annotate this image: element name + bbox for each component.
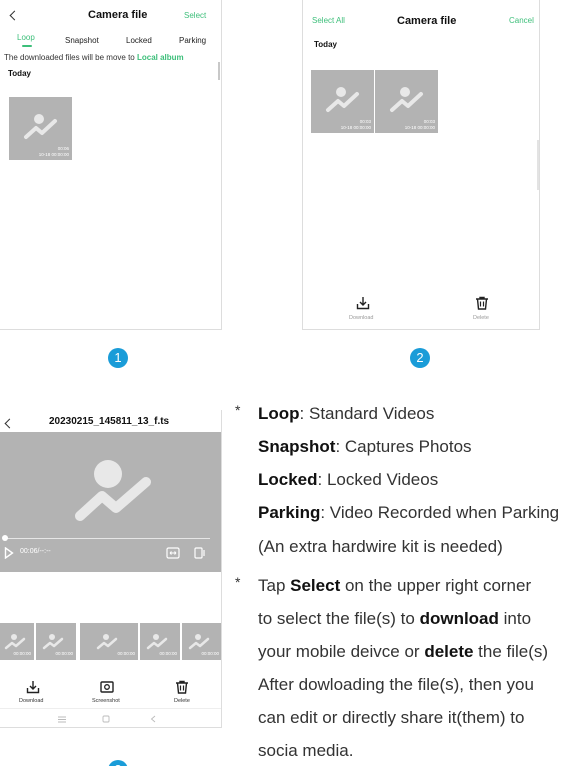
local-album-link[interactable]: Local album [137, 53, 184, 62]
progress-handle[interactable] [2, 535, 8, 541]
timeline-thumbnail-label: 00:00:00 [201, 651, 219, 656]
term-select: Select [290, 576, 341, 595]
tab-parking[interactable]: Parking [179, 36, 206, 45]
note-line-delete: your mobile deivce or delete the file(s) [258, 635, 561, 668]
term-download: download [419, 609, 499, 628]
download-label: Download [349, 315, 374, 321]
trash-icon[interactable] [175, 680, 189, 694]
thumbnail-time: 10-18 00:00:00 [38, 152, 69, 157]
notice-text: The downloaded files will be move to [4, 53, 135, 62]
fullscreen-icon[interactable] [166, 547, 180, 559]
tab-snapshot[interactable]: Snapshot [65, 36, 99, 45]
timeline-thumbnail[interactable]: 00:00:00 [36, 623, 76, 660]
video-thumbnail[interactable]: 00:03 10-18 00:00:00 [311, 70, 374, 133]
term-loop: Loop [258, 404, 300, 423]
scrollbar[interactable] [537, 140, 539, 190]
video-thumbnail[interactable]: 00:03 10-18 00:00:00 [375, 70, 438, 133]
select-all-button[interactable]: Select All [312, 16, 345, 25]
timeline-thumbnail[interactable]: 00:00:00 [182, 623, 221, 660]
line2-a: to select the file(s) to [258, 609, 420, 628]
section-today: Today [314, 40, 337, 49]
tap-rest: on the upper right corner [340, 576, 532, 595]
timeline-thumbnail-label: 00:00:00 [55, 651, 73, 656]
thumbnail-caption: 00:03 10-18 00:00:00 [405, 119, 435, 131]
timeline-thumbnail-label: 00:00:00 [117, 651, 135, 656]
note-snapshot: Snapshot: Captures Photos [258, 430, 472, 463]
scrollbar[interactable] [218, 62, 220, 80]
camera-switch-icon[interactable] [194, 547, 206, 559]
line3-a: your mobile deivce or [258, 642, 425, 661]
back-nav-icon[interactable] [150, 715, 156, 723]
play-icon[interactable] [4, 547, 14, 559]
delete-label: Delete [473, 315, 489, 321]
download-label: Download [19, 698, 44, 704]
term-parking: Parking [258, 503, 321, 522]
step-3-badge: 3 [108, 760, 128, 766]
back-arrow-icon[interactable] [4, 418, 15, 429]
cancel-button[interactable]: Cancel [509, 16, 534, 25]
select-button[interactable]: Select [184, 11, 206, 20]
desc-loop: : Standard Videos [299, 404, 435, 423]
timeline-thumbnail[interactable]: 00:00:00 [80, 623, 138, 660]
tab-loop[interactable]: Loop [17, 33, 35, 42]
thumbnail-caption: 00:03 10-18 00:00:00 [341, 119, 371, 131]
video-player-screen: 20230215_145811_13_f.ts 00:06/--:-- 00:0… [0, 410, 222, 728]
timeline-thumbnail[interactable]: 00:00:00 [0, 623, 34, 660]
bullet-star: * [235, 402, 241, 418]
back-arrow-icon[interactable] [9, 10, 20, 21]
step-1-badge: 1 [108, 348, 128, 368]
note-locked: Locked: Locked Videos [258, 463, 438, 496]
bullet-star: * [235, 574, 241, 590]
term-delete: delete [424, 642, 474, 661]
timeline-thumbnail[interactable]: 00:00:00 [140, 623, 180, 660]
desc-locked: : Locked Videos [317, 470, 439, 489]
note-loop: Loop: Standard Videos [258, 397, 434, 430]
page-title: Camera file [397, 15, 457, 27]
section-today: Today [8, 69, 31, 78]
download-icon[interactable] [26, 680, 40, 694]
timeline-thumbnail-label: 00:00:00 [159, 651, 177, 656]
playback-time: 00:06/--:-- [20, 548, 51, 555]
tab-locked[interactable]: Locked [126, 36, 152, 45]
note-line-social: socia media. [258, 741, 354, 760]
desc-parking: : Video Recorded when Parking [320, 503, 560, 522]
menu-icon[interactable] [58, 716, 66, 723]
video-thumbnail[interactable]: 00:06 10-18 00:00:00 [9, 97, 72, 160]
note-hardwire: (An extra hardwire kit is needed) [258, 537, 503, 556]
screenshot-label: Screenshot [92, 698, 120, 704]
note-parking: Parking: Video Recorded when Parking [258, 496, 561, 529]
camera-file-screen-loop: Camera file Select Loop Snapshot Locked … [0, 0, 222, 330]
term-snapshot: Snapshot [258, 437, 336, 456]
screenshot-icon[interactable] [100, 680, 114, 694]
system-nav-bar [0, 708, 221, 727]
desc-snapshot: : Captures Photos [335, 437, 472, 456]
download-notice: The downloaded files will be move to Loc… [4, 53, 184, 62]
timeline-thumbnail-label: 00:00:00 [13, 651, 31, 656]
delete-label: Delete [174, 698, 190, 704]
thumbnail-time: 10-18 00:00:00 [340, 125, 371, 130]
line3-b: the file(s) [473, 642, 549, 661]
tab-active-indicator [22, 45, 32, 47]
camera-file-screen-select: Select All Camera file Cancel Today 00:0… [302, 0, 540, 330]
term-locked: Locked [258, 470, 318, 489]
image-placeholder-icon [75, 460, 151, 521]
note-line-edit: can edit or directly share it(them) to [258, 708, 525, 727]
trash-icon[interactable] [475, 296, 489, 310]
thumbnail-caption: 00:06 10-18 00:00:00 [39, 146, 69, 158]
tap-text: Tap [258, 576, 291, 595]
video-filename: 20230215_145811_13_f.ts [49, 416, 170, 427]
note-line-download: to select the file(s) to download into [258, 602, 561, 635]
thumbnail-time: 10-18 00:00:00 [404, 125, 435, 130]
home-icon[interactable] [102, 715, 110, 723]
note-tap-select: Tap Select on the upper right corner [258, 569, 561, 602]
download-icon[interactable] [356, 296, 370, 310]
note-line-after: After dowloading the file(s), then you [258, 675, 534, 694]
line2-b: into [498, 609, 532, 628]
progress-track[interactable] [4, 538, 210, 539]
page-title: Camera file [88, 9, 148, 21]
step-2-badge: 2 [410, 348, 430, 368]
video-player[interactable]: 00:06/--:-- [0, 432, 221, 572]
